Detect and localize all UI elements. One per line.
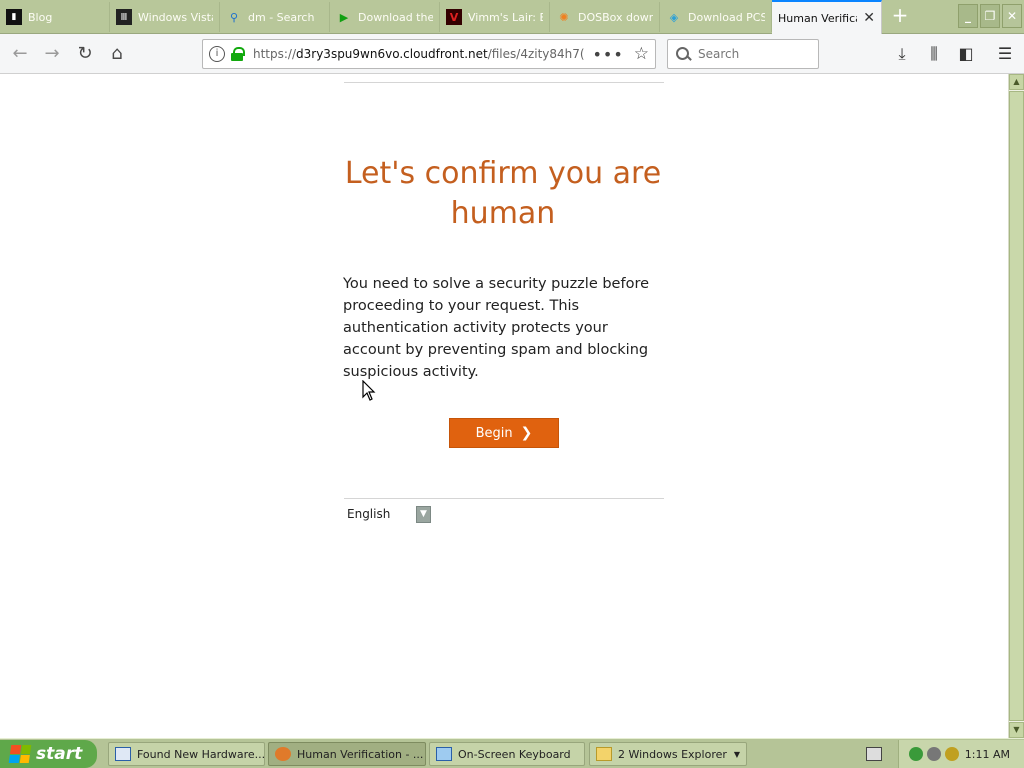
navigation-toolbar: ← → ↻ ⌂ i https://d3ry3spu9wn6vo.cloudfr… [0, 34, 1024, 74]
network-icon[interactable] [909, 747, 923, 761]
tab-download-the[interactable]: ▶ Download the [330, 2, 440, 32]
forward-button[interactable]: → [40, 42, 64, 66]
play-icon: ▶ [339, 10, 349, 24]
page-content: Let's confirm you are human You need to … [0, 74, 1008, 738]
begin-button[interactable]: Begin ❯ [449, 418, 559, 448]
tab-dosbox-download[interactable]: ✺ DOSBox down [550, 2, 660, 32]
dropdown-arrow-icon: ▼ [733, 749, 740, 759]
tab-dm-search[interactable]: ⚲ dm - Search [220, 2, 330, 32]
vimm-icon: V [446, 9, 462, 25]
restore-button[interactable]: ❐ [980, 4, 1000, 28]
top-divider [344, 82, 664, 83]
reload-button[interactable]: ↻ [73, 42, 97, 66]
tab-download-pcs[interactable]: ◈ Download PCS [660, 2, 772, 32]
keyboard-icon [436, 747, 452, 761]
menu-icon[interactable]: ☰ [993, 42, 1017, 66]
tab-blog[interactable]: ▮ Blog [0, 2, 110, 32]
box-icon: ◈ [669, 10, 679, 24]
bottom-divider [344, 498, 664, 499]
url-text[interactable]: https://d3ry3spu9wn6vo.cloudfront.net/fi… [253, 47, 586, 61]
windows-flag-icon [8, 745, 32, 763]
minimize-button[interactable]: _ [958, 4, 978, 28]
scroll-up-icon[interactable]: ▲ [1009, 74, 1024, 90]
sidebar-icon[interactable]: ◧ [954, 42, 978, 66]
search-box[interactable] [667, 39, 819, 69]
clock: 1:11 AM [964, 747, 1010, 761]
museum-icon: Ⅲ [116, 9, 132, 25]
search-icon: ⚲ [229, 10, 239, 24]
info-icon[interactable]: i [209, 46, 225, 62]
search-input[interactable] [698, 47, 808, 61]
window-icon [115, 747, 131, 761]
language-select[interactable]: English ▼ [343, 504, 431, 524]
tab-strip: ▮ Blog Ⅲ Windows Vista ⚲ dm - Search ▶ D… [0, 0, 1024, 34]
scroll-down-icon[interactable]: ▼ [1009, 722, 1024, 738]
browser-icon [275, 747, 291, 761]
dosbox-icon: ✺ [559, 10, 569, 24]
start-button[interactable]: start [0, 740, 97, 768]
page-actions-icon[interactable]: ••• [592, 45, 623, 64]
lock-icon[interactable] [231, 47, 245, 61]
back-button[interactable]: ← [8, 42, 32, 66]
chevron-down-icon[interactable]: ▼ [416, 505, 431, 523]
verification-description: You need to solve a security puzzle befo… [343, 276, 650, 380]
shield-icon[interactable] [927, 747, 941, 761]
search-icon [676, 47, 690, 61]
input-language-icon[interactable] [866, 747, 882, 761]
home-button[interactable]: ⌂ [105, 42, 129, 66]
new-tab-button[interactable]: + [888, 4, 912, 28]
download-icon[interactable]: ⤓ [890, 42, 914, 66]
terminal-icon: ▮ [6, 9, 22, 25]
bookmark-star-icon[interactable]: ☆ [634, 44, 649, 64]
scroll-thumb[interactable] [1009, 91, 1024, 721]
mouse-cursor-icon [362, 380, 376, 401]
page-title: Let's confirm you are human [344, 156, 662, 231]
task-human-verification[interactable]: Human Verification - ... [268, 742, 426, 766]
library-icon[interactable]: ⫼ [922, 42, 946, 66]
close-window-button[interactable]: ✕ [1002, 4, 1022, 28]
tab-windows-vista[interactable]: Ⅲ Windows Vista [110, 2, 220, 32]
window-controls: _ ❐ ✕ [958, 4, 1022, 28]
tab-vimms-lair[interactable]: V Vimm's Lair: Er [440, 2, 550, 32]
task-found-new-hardware[interactable]: Found New Hardware... [108, 742, 265, 766]
url-bar[interactable]: i https://d3ry3spu9wn6vo.cloudfront.net/… [202, 39, 656, 69]
volume-icon[interactable] [945, 747, 959, 761]
tab-human-verification[interactable]: Human Verification ✕ [772, 0, 882, 34]
folder-icon [596, 747, 612, 761]
system-tray: 1:11 AM [898, 740, 1024, 768]
task-windows-explorer[interactable]: 2 Windows Explorer ▼ [589, 742, 747, 766]
chevron-right-icon: ❯ [520, 425, 533, 441]
vertical-scrollbar[interactable]: ▲ ▼ [1008, 74, 1024, 738]
taskbar: start Found New Hardware... Human Verifi… [0, 738, 1024, 768]
close-tab-icon[interactable]: ✕ [863, 10, 875, 26]
task-on-screen-keyboard[interactable]: On-Screen Keyboard [429, 742, 585, 766]
